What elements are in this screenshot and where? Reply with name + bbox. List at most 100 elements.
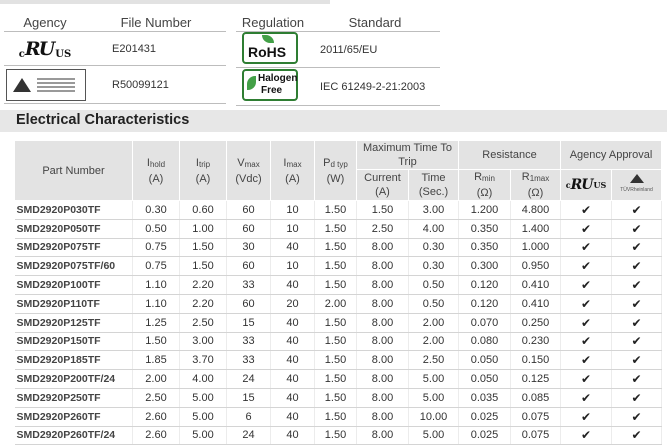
- tuv-rheinland-logo-small: TÜVRheinland: [620, 174, 653, 197]
- ihold-cell: 1.25: [132, 313, 180, 333]
- trip-current-cell: 1.50: [356, 200, 409, 220]
- r1max-cell: 0.085: [510, 388, 561, 408]
- vmax-cell: 30: [226, 238, 271, 258]
- imax-cell: 10: [270, 256, 315, 277]
- trip-time-cell: 0.30: [408, 256, 459, 277]
- col-agency-approval: Agency Approval: [560, 140, 662, 170]
- rohs-logo-cell: RoHS: [236, 31, 310, 68]
- trip-time-cell: 5.00: [408, 426, 459, 445]
- vmax-cell: 60: [226, 200, 271, 220]
- rohs-standard: 2011/65/EU: [310, 31, 440, 68]
- imax-cell: 40: [270, 369, 315, 389]
- rmin-cell: 0.350: [458, 219, 511, 239]
- file-number-header: File Number: [86, 13, 226, 32]
- rmin-cell: 0.120: [458, 275, 511, 295]
- imax-cell: 20: [270, 294, 315, 314]
- part-number-cell: SMD2920P050TF: [14, 219, 133, 239]
- pdtyp-cell: 1.50: [314, 388, 357, 408]
- imax-cell: 40: [270, 275, 315, 295]
- halogen-standard: IEC 61249-2-21:2003: [310, 67, 440, 106]
- vmax-cell: 15: [226, 313, 271, 333]
- pdtyp-cell: 1.50: [314, 426, 357, 445]
- ul-approval-check: ✔: [560, 275, 612, 295]
- part-number-cell: SMD2920P260TF/24: [14, 426, 133, 445]
- part-number-cell: SMD2920P260TF: [14, 407, 133, 427]
- itrip-cell: 2.20: [179, 275, 227, 295]
- imax-cell: 40: [270, 388, 315, 408]
- pdtyp-cell: 1.50: [314, 350, 357, 371]
- imax-cell: 10: [270, 219, 315, 239]
- trip-time-cell: 5.00: [408, 388, 459, 408]
- r1max-cell: 0.950: [510, 256, 561, 277]
- col-ihold: Ihold (A): [132, 140, 180, 201]
- vmax-cell: 33: [226, 332, 271, 352]
- rmin-cell: 0.120: [458, 294, 511, 314]
- col-time: Time (Sec.): [408, 169, 459, 201]
- rmin-cell: 1.200: [458, 200, 511, 220]
- itrip-cell: 1.50: [179, 238, 227, 258]
- part-number-cell: SMD2920P250TF: [14, 388, 133, 408]
- tuv-approval-check: ✔: [611, 275, 662, 295]
- tuv-approval-check: ✔: [611, 294, 662, 314]
- ul-approval-check: ✔: [560, 219, 612, 239]
- table-row: SMD2920P125TF 1.25 2.50 15 40 1.50 8.00 2.00 0.0…: [14, 313, 662, 333]
- table-row: SMD2920P050TF 0.50 1.00 60 10 1.50 2.50 4.00 0.3…: [14, 219, 662, 239]
- tuv-rheinland-logo: [6, 68, 86, 101]
- itrip-cell: 4.00: [179, 369, 227, 389]
- col-current: Current (A): [356, 169, 409, 201]
- rmin-cell: 0.025: [458, 426, 511, 445]
- col-r1max: R1max (Ω): [510, 169, 561, 201]
- regulation-table: Regulation Standard RoHS 2011/65/EU Halo…: [236, 13, 440, 106]
- itrip-cell: 5.00: [179, 388, 227, 408]
- part-number-cell: SMD2920P030TF: [14, 200, 133, 220]
- part-number-cell: SMD2920P110TF: [14, 294, 133, 314]
- rmin-cell: 0.025: [458, 407, 511, 427]
- r1max-cell: 0.075: [510, 426, 561, 445]
- imax-cell: 40: [270, 407, 315, 427]
- trip-time-cell: 2.00: [408, 313, 459, 333]
- trip-time-cell: 0.50: [408, 294, 459, 314]
- ul-approval-check: ✔: [560, 256, 612, 277]
- rmin-cell: 0.050: [458, 369, 511, 389]
- itrip-cell: 5.00: [179, 407, 227, 427]
- pdtyp-cell: 1.50: [314, 313, 357, 333]
- trip-time-cell: 5.00: [408, 369, 459, 389]
- ul-logo-cell: c RU US: [4, 31, 86, 66]
- part-number-cell: SMD2920P185TF: [14, 350, 133, 371]
- col-itrip: Itrip (A): [179, 140, 227, 201]
- trip-current-cell: 8.00: [356, 407, 409, 427]
- agency-table: Agency File Number c RU US E201431 R5009…: [4, 13, 226, 104]
- tuv-approval-check: ✔: [611, 238, 662, 258]
- ul-approval-check: ✔: [560, 350, 612, 371]
- ul-recognized-logo: c RU US: [18, 37, 72, 60]
- itrip-cell: 5.00: [179, 426, 227, 445]
- trip-time-cell: 4.00: [408, 219, 459, 239]
- rmin-cell: 0.300: [458, 256, 511, 277]
- pdtyp-cell: 1.50: [314, 369, 357, 389]
- ul-approval-check: ✔: [560, 332, 612, 352]
- tuv-approval-check: ✔: [611, 369, 662, 389]
- col-rmin: Rmin (Ω): [458, 169, 511, 201]
- ul-approval-check: ✔: [560, 369, 612, 389]
- itrip-cell: 2.20: [179, 294, 227, 314]
- part-number-cell: SMD2920P125TF: [14, 313, 133, 333]
- trip-time-cell: 3.00: [408, 200, 459, 220]
- pdtyp-cell: 1.50: [314, 200, 357, 220]
- part-number-cell: SMD2920P100TF: [14, 275, 133, 295]
- trip-current-cell: 8.00: [356, 313, 409, 333]
- r1max-cell: 0.075: [510, 407, 561, 427]
- ihold-cell: 0.30: [132, 200, 180, 220]
- tuv-approval-check: ✔: [611, 407, 662, 427]
- pdtyp-cell: 1.50: [314, 238, 357, 258]
- ul-approval-check: ✔: [560, 388, 612, 408]
- section-title: Electrical Characteristics: [16, 112, 190, 128]
- agency-header: Agency: [4, 13, 86, 32]
- table-row: SMD2920P260TF 2.60 5.00 6 40 1.50 8.00 10.00 0.0…: [14, 407, 662, 427]
- r1max-cell: 0.230: [510, 332, 561, 352]
- r1max-cell: 0.250: [510, 313, 561, 333]
- trip-time-cell: 10.00: [408, 407, 459, 427]
- halogen-free-logo: Halogen Free: [242, 69, 298, 101]
- pdtyp-cell: 2.00: [314, 294, 357, 314]
- tuv-approval-check: ✔: [611, 332, 662, 352]
- rmin-cell: 0.035: [458, 388, 511, 408]
